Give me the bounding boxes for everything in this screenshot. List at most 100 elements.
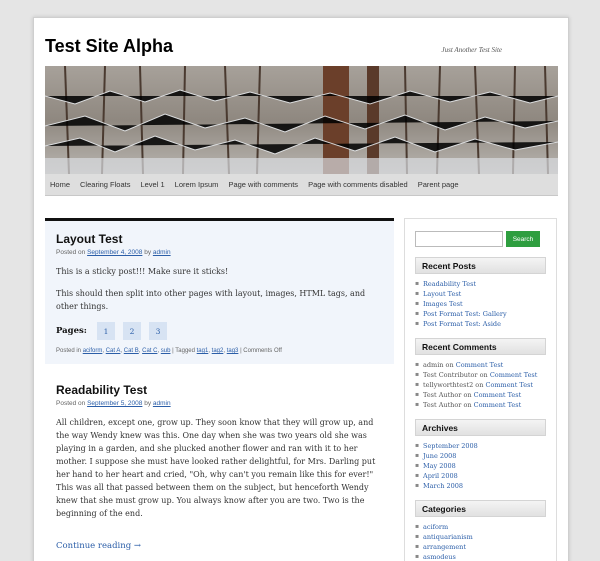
nav-item-clearing-floats[interactable]: Clearing Floats [80, 180, 130, 189]
recent-post-link[interactable]: Post Format Test: Aside [423, 320, 501, 328]
comment-post-link[interactable]: Comment Test [474, 401, 522, 409]
archives-title: Archives [415, 419, 546, 436]
archives-list: September 2008 June 2008 May 2008 April … [415, 441, 546, 491]
recent-post-link[interactable]: Layout Test [423, 290, 461, 298]
archive-link[interactable]: May 2008 [423, 462, 456, 470]
list-item: Layout Test [415, 289, 546, 299]
tag-link[interactable]: tag1 [197, 348, 209, 354]
list-item: Test Author on Comment Test [415, 390, 546, 400]
category-link[interactable]: sub [161, 348, 171, 354]
page-link-1[interactable]: 1 [96, 322, 115, 340]
page-container: Test Site Alpha Just Another Test Site H… [33, 17, 569, 561]
list-item: March 2008 [415, 481, 546, 491]
post-date-link[interactable]: September 5, 2008 [87, 400, 142, 407]
list-item: tellyworthtest2 on Comment Test [415, 380, 546, 390]
post-meta: Posted on September 4, 2008 by admin [56, 249, 383, 256]
comment-author: Test Author [423, 401, 462, 409]
meta-by: by [144, 249, 152, 256]
author-link[interactable]: admin [153, 249, 171, 256]
page-link-3[interactable]: 3 [148, 322, 167, 340]
archive-link[interactable]: March 2008 [423, 482, 463, 490]
recent-post-link[interactable]: Images Test [423, 300, 463, 308]
meta-by: by [144, 400, 152, 407]
categories-list: aciform antiquarianism arrangement asmod… [415, 522, 546, 561]
site-title[interactable]: Test Site Alpha [45, 36, 173, 57]
header-image [45, 66, 558, 174]
comments-status: | Comments Off [240, 348, 282, 354]
comment-post-link[interactable]: Comment Test [474, 391, 522, 399]
recent-post-link[interactable]: Readability Test [423, 280, 476, 288]
tag-link[interactable]: tag2 [212, 348, 224, 354]
list-item: Test Contributor on Comment Test [415, 370, 546, 380]
list-item: aciform [415, 522, 546, 532]
site-tagline: Just Another Test Site [441, 46, 502, 54]
category-link[interactable]: aciform [83, 348, 103, 354]
list-item: June 2008 [415, 451, 546, 461]
comment-post-link[interactable]: Comment Test [485, 381, 533, 389]
comment-on: on [479, 371, 488, 379]
list-item: Post Format Test: Aside [415, 319, 546, 329]
post-date-link[interactable]: September 4, 2008 [87, 249, 142, 256]
comment-author: Test Contributor [423, 371, 478, 379]
recent-comments-title: Recent Comments [415, 338, 546, 355]
post-readability: Readability Test Posted on September 5, … [45, 372, 394, 561]
search-button[interactable]: Search [506, 231, 540, 247]
category-link[interactable]: Cat B [124, 348, 139, 354]
recent-posts-list: Readability Test Layout Test Images Test… [415, 279, 546, 329]
posted-in-label: Posted in [56, 348, 82, 354]
page-link-2[interactable]: 2 [122, 322, 141, 340]
meta-prefix: Posted on [56, 249, 86, 256]
category-link[interactable]: asmodeus [423, 553, 456, 561]
list-item: May 2008 [415, 461, 546, 471]
comment-on: on [463, 391, 472, 399]
categories-title: Categories [415, 500, 546, 517]
main-content: Layout Test Posted on September 4, 2008 … [45, 218, 394, 561]
nav-item-parent-page[interactable]: Parent page [418, 180, 459, 189]
recent-post-link[interactable]: Post Format Test: Gallery [423, 310, 507, 318]
list-item: Images Test [415, 299, 546, 309]
list-item: Post Format Test: Gallery [415, 309, 546, 319]
pages-label: Pages: [56, 326, 87, 336]
post-title[interactable]: Layout Test [56, 232, 383, 246]
comment-author: tellyworthtest2 [423, 381, 474, 389]
archive-link[interactable]: June 2008 [423, 452, 456, 460]
sidebar: Search Recent Posts Readability Test Lay… [404, 218, 557, 561]
category-link[interactable]: arrangement [423, 543, 466, 551]
archive-link[interactable]: April 2008 [423, 472, 458, 480]
snowy-forest-image [45, 66, 558, 174]
list-item: September 2008 [415, 441, 546, 451]
comment-post-link[interactable]: Comment Test [490, 371, 538, 379]
list-item: antiquarianism [415, 532, 546, 542]
comment-author: Test Author [423, 391, 462, 399]
pagination: Pages: 1 2 3 [56, 322, 383, 340]
tagged-label: | Tagged [172, 348, 195, 354]
post-title[interactable]: Readability Test [56, 383, 383, 397]
category-link[interactable]: antiquarianism [423, 533, 473, 541]
post-meta: Posted on September 5, 2008 by admin [56, 400, 383, 407]
list-item: April 2008 [415, 471, 546, 481]
category-link[interactable]: Cat A [106, 348, 121, 354]
archive-link[interactable]: September 2008 [423, 442, 478, 450]
recent-posts-title: Recent Posts [415, 257, 546, 274]
continue-reading-link[interactable]: Continue reading → [56, 541, 141, 551]
post-paragraph: This is a sticky post!!! Make sure it st… [56, 267, 229, 276]
search-input[interactable] [415, 231, 503, 247]
comment-on: on [463, 401, 472, 409]
category-link[interactable]: Cat C [142, 348, 157, 354]
list-item: Readability Test [415, 279, 546, 289]
nav-item-page-with-comments-disabled[interactable]: Page with comments disabled [308, 180, 408, 189]
main-navigation: Home Clearing Floats Level 1 Lorem Ipsum… [45, 174, 558, 196]
nav-item-level-1[interactable]: Level 1 [140, 180, 164, 189]
author-link[interactable]: admin [153, 400, 171, 407]
comment-post-link[interactable]: Comment Test [456, 361, 504, 369]
recent-comments-list: admin on Comment Test Test Contributor o… [415, 360, 546, 410]
post-paragraph: This should then split into other pages … [56, 289, 366, 311]
list-item: Test Author on Comment Test [415, 400, 546, 410]
nav-item-lorem-ipsum[interactable]: Lorem Ipsum [175, 180, 219, 189]
category-link[interactable]: aciform [423, 523, 448, 531]
post-paragraph: All children, except one, grow up. They … [56, 418, 376, 518]
post-footer-meta: Posted in aciform, Cat A, Cat B, Cat C, … [56, 348, 282, 354]
tag-link[interactable]: tag3 [227, 348, 239, 354]
nav-item-page-with-comments[interactable]: Page with comments [228, 180, 298, 189]
nav-item-home[interactable]: Home [50, 180, 70, 189]
